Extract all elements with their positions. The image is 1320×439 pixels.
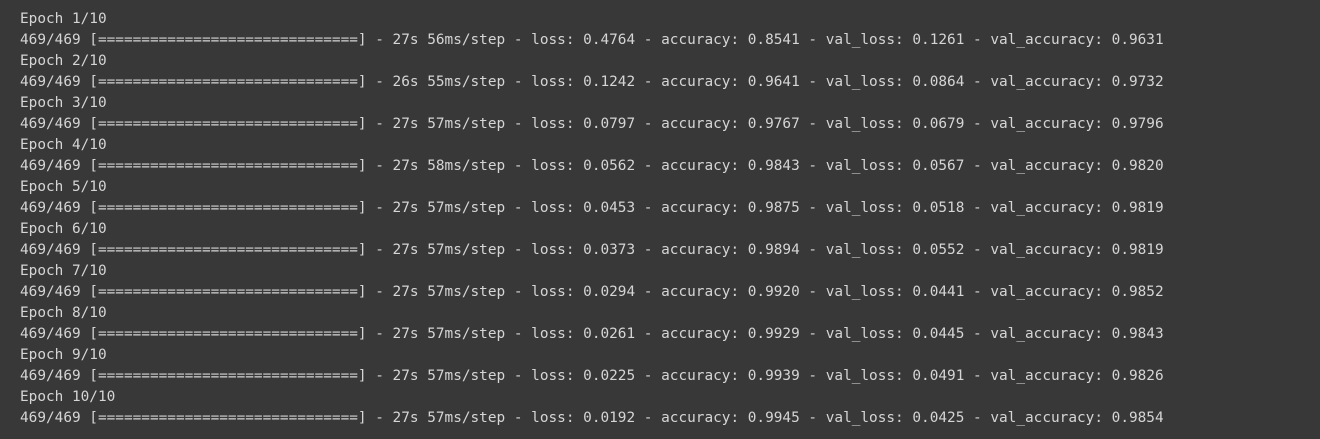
epoch-header: Epoch 1/10 <box>20 11 107 27</box>
epoch-header: Epoch 6/10 <box>20 221 107 237</box>
training-output-console: Epoch 1/10 469/469 [====================… <box>0 0 1320 439</box>
epoch-header: Epoch 4/10 <box>20 137 107 153</box>
epoch-progress-line: 469/469 [==============================]… <box>20 410 1164 426</box>
epoch-header: Epoch 8/10 <box>20 305 107 321</box>
epoch-progress-line: 469/469 [==============================]… <box>20 74 1164 90</box>
epoch-header: Epoch 7/10 <box>20 263 107 279</box>
epoch-progress-line: 469/469 [==============================]… <box>20 368 1164 384</box>
epoch-header: Epoch 2/10 <box>20 53 107 69</box>
epoch-progress-line: 469/469 [==============================]… <box>20 116 1164 132</box>
epoch-header: Epoch 3/10 <box>20 95 107 111</box>
epoch-progress-line: 469/469 [==============================]… <box>20 326 1164 342</box>
epoch-progress-line: 469/469 [==============================]… <box>20 284 1164 300</box>
epoch-header: Epoch 9/10 <box>20 347 107 363</box>
epoch-header: Epoch 10/10 <box>20 389 116 405</box>
epoch-progress-line: 469/469 [==============================]… <box>20 158 1164 174</box>
epoch-progress-line: 469/469 [==============================]… <box>20 32 1164 48</box>
epoch-progress-line: 469/469 [==============================]… <box>20 242 1164 258</box>
epoch-header: Epoch 5/10 <box>20 179 107 195</box>
epoch-progress-line: 469/469 [==============================]… <box>20 200 1164 216</box>
